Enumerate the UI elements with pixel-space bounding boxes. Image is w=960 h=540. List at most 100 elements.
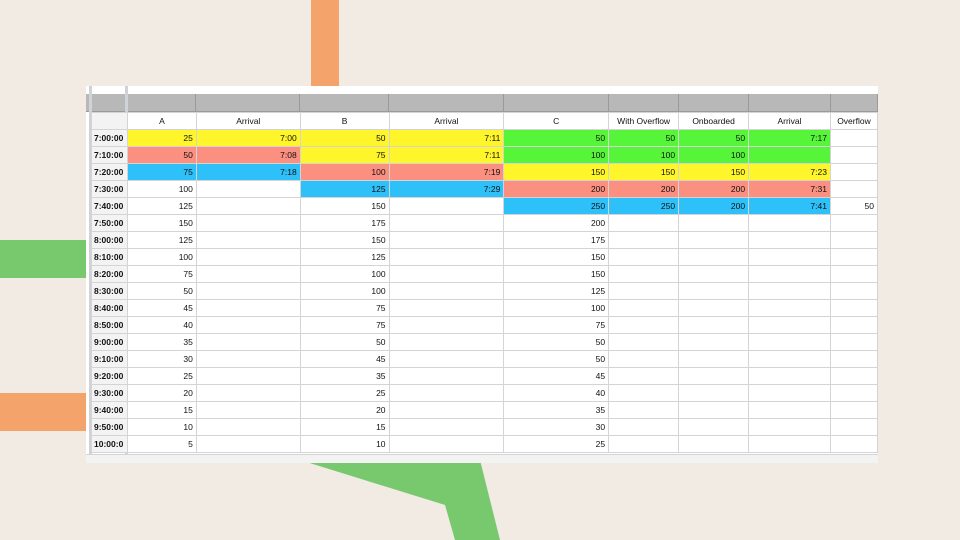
data-cell[interactable]: 50 <box>503 333 610 351</box>
data-cell[interactable] <box>608 367 680 385</box>
data-cell[interactable] <box>388 435 505 453</box>
data-cell[interactable] <box>829 129 878 147</box>
data-cell[interactable]: 7:11 <box>388 129 505 147</box>
data-cell[interactable] <box>748 350 831 368</box>
data-cell[interactable] <box>608 384 680 402</box>
data-cell[interactable]: 40 <box>503 384 610 402</box>
data-cell[interactable] <box>608 435 680 453</box>
data-cell[interactable] <box>195 265 301 283</box>
data-cell[interactable] <box>748 214 831 232</box>
column-header-cell[interactable] <box>91 112 128 130</box>
data-cell[interactable] <box>195 248 301 266</box>
data-cell[interactable] <box>608 350 680 368</box>
data-cell[interactable]: 75 <box>299 146 390 164</box>
data-cell[interactable] <box>678 333 750 351</box>
data-cell[interactable]: 150 <box>503 248 610 266</box>
data-cell[interactable]: 35 <box>126 333 197 351</box>
data-cell[interactable] <box>748 248 831 266</box>
row-header-time[interactable]: 9:00:00 <box>91 333 128 351</box>
data-cell[interactable] <box>829 435 878 453</box>
data-cell[interactable] <box>195 282 301 300</box>
data-cell[interactable] <box>608 265 680 283</box>
data-cell[interactable]: 150 <box>678 163 750 181</box>
data-cell[interactable] <box>678 367 750 385</box>
data-cell[interactable] <box>748 146 831 164</box>
data-cell[interactable]: 125 <box>299 248 390 266</box>
data-cell[interactable]: 150 <box>299 197 390 215</box>
data-cell[interactable] <box>748 384 831 402</box>
data-cell[interactable]: 15 <box>299 418 390 436</box>
data-cell[interactable]: 100 <box>608 146 680 164</box>
data-cell[interactable] <box>608 231 680 249</box>
data-cell[interactable] <box>748 418 831 436</box>
data-cell[interactable] <box>678 401 750 419</box>
data-cell[interactable]: 200 <box>503 180 610 198</box>
data-cell[interactable]: 75 <box>299 299 390 317</box>
data-cell[interactable] <box>608 333 680 351</box>
row-header-time[interactable]: 8:30:00 <box>91 282 128 300</box>
data-cell[interactable]: 250 <box>503 197 610 215</box>
data-cell[interactable]: 100 <box>299 282 390 300</box>
data-cell[interactable] <box>195 384 301 402</box>
data-cell[interactable] <box>388 316 505 334</box>
data-cell[interactable] <box>748 333 831 351</box>
data-cell[interactable]: 150 <box>608 163 680 181</box>
row-header-time[interactable]: 9:30:00 <box>91 384 128 402</box>
data-cell[interactable] <box>608 282 680 300</box>
data-cell[interactable] <box>388 282 505 300</box>
row-header-time[interactable]: 9:10:00 <box>91 350 128 368</box>
data-cell[interactable] <box>829 146 878 164</box>
row-header-time[interactable]: 8:50:00 <box>91 316 128 334</box>
row-header-time[interactable]: 7:40:00 <box>91 197 128 215</box>
data-cell[interactable]: 45 <box>299 350 390 368</box>
data-cell[interactable] <box>678 265 750 283</box>
data-cell[interactable]: 7:08 <box>195 146 301 164</box>
data-cell[interactable] <box>829 350 878 368</box>
data-cell[interactable] <box>678 316 750 334</box>
data-cell[interactable] <box>829 282 878 300</box>
data-cell[interactable] <box>388 333 505 351</box>
column-header-cell[interactable]: Arrival <box>195 112 301 130</box>
column-header-cell[interactable]: Arrival <box>748 112 831 130</box>
data-cell[interactable]: 25 <box>126 367 197 385</box>
data-cell[interactable]: 125 <box>126 197 197 215</box>
column-header-cell[interactable]: C <box>503 112 610 130</box>
data-cell[interactable] <box>608 248 680 266</box>
row-header-time[interactable]: 8:10:00 <box>91 248 128 266</box>
data-cell[interactable] <box>748 316 831 334</box>
data-cell[interactable]: 100 <box>299 163 390 181</box>
data-cell[interactable] <box>829 163 878 181</box>
data-cell[interactable]: 50 <box>678 129 750 147</box>
data-cell[interactable]: 10 <box>299 435 390 453</box>
data-cell[interactable] <box>388 401 505 419</box>
data-cell[interactable] <box>748 299 831 317</box>
data-cell[interactable] <box>829 180 878 198</box>
column-header-cell[interactable]: A <box>126 112 197 130</box>
data-cell[interactable]: 5 <box>126 435 197 453</box>
data-cell[interactable] <box>608 401 680 419</box>
data-cell[interactable] <box>678 435 750 453</box>
row-header-time[interactable]: 7:20:00 <box>91 163 128 181</box>
data-cell[interactable] <box>195 316 301 334</box>
data-cell[interactable]: 200 <box>503 214 610 232</box>
data-cell[interactable] <box>195 197 301 215</box>
data-cell[interactable]: 125 <box>299 180 390 198</box>
data-cell[interactable]: 7:29 <box>388 180 505 198</box>
data-cell[interactable]: 150 <box>503 265 610 283</box>
data-cell[interactable]: 200 <box>678 180 750 198</box>
data-cell[interactable]: 125 <box>126 231 197 249</box>
data-cell[interactable]: 100 <box>126 180 197 198</box>
data-cell[interactable] <box>678 282 750 300</box>
data-cell[interactable] <box>829 367 878 385</box>
data-cell[interactable] <box>388 265 505 283</box>
data-cell[interactable] <box>678 384 750 402</box>
row-header-time[interactable]: 7:30:00 <box>91 180 128 198</box>
data-cell[interactable]: 50 <box>503 350 610 368</box>
data-cell[interactable]: 45 <box>126 299 197 317</box>
data-cell[interactable] <box>388 231 505 249</box>
data-cell[interactable]: 200 <box>608 180 680 198</box>
data-cell[interactable] <box>678 214 750 232</box>
data-cell[interactable]: 200 <box>678 197 750 215</box>
data-cell[interactable]: 50 <box>829 197 878 215</box>
data-cell[interactable]: 25 <box>126 129 197 147</box>
